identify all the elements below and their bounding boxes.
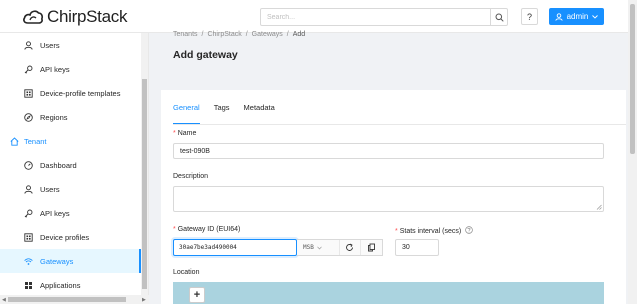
breadcrumb-separator: / — [245, 31, 248, 38]
user-name: admin — [566, 12, 589, 21]
breadcrumb-gateways[interactable]: Gateways — [252, 31, 283, 38]
breadcrumb-add: Add — [292, 31, 306, 38]
sidebar-item-label: Device profiles — [40, 232, 90, 242]
compass-icon — [22, 112, 34, 122]
tab-divider — [173, 124, 626, 125]
sidebar-item-label: API keys — [40, 64, 70, 74]
device-template-icon — [22, 88, 34, 98]
applications-icon — [22, 281, 34, 290]
sidebar-item-label: Device-profile templates — [40, 88, 121, 98]
gateway-id-field[interactable]: 30ae7be3ad490004 — [173, 239, 297, 256]
search-button[interactable] — [490, 9, 507, 25]
gateway-form-card: General Tags Metadata * Name test-090B De… — [161, 90, 626, 304]
refresh-icon — [346, 243, 354, 251]
chirpstack-logo[interactable]: ChirpStack — [22, 6, 127, 27]
sidebar-item-label: Tenant — [24, 136, 47, 146]
required-marker: * — [173, 226, 176, 233]
location-label: Location — [173, 269, 200, 276]
scroll-right-arrow-icon[interactable]: ▶ — [142, 297, 146, 303]
description-field[interactable] — [173, 186, 604, 212]
sidebar-item-api-keys[interactable]: API keys — [0, 57, 141, 81]
sidebar-item-label: Dashboard — [40, 160, 77, 170]
stats-interval-label: * Stats interval (secs) — [395, 226, 473, 235]
stats-interval-field[interactable]: 30 — [395, 239, 439, 256]
sidebar-item-label: Gateways — [40, 256, 74, 266]
search-icon — [495, 13, 504, 22]
chevron-down-icon — [592, 14, 599, 19]
sidebar-item-device-profile-templates[interactable]: Device-profile templates — [0, 81, 141, 105]
user-icon — [22, 184, 34, 194]
breadcrumb-tenants[interactable]: Tenants — [173, 31, 198, 38]
wifi-icon — [22, 257, 34, 266]
byte-order-value: MSB — [303, 244, 314, 251]
key-icon — [22, 209, 34, 218]
name-label: * Name — [173, 130, 197, 137]
sidebar-item-tenant[interactable]: Tenant — [0, 129, 141, 153]
sidebar-vertical-scrollbar[interactable] — [141, 33, 148, 295]
search-input[interactable] — [261, 9, 491, 25]
sidebar-item-dashboard[interactable]: Dashboard — [0, 153, 141, 177]
required-marker: * — [395, 228, 398, 235]
location-map[interactable]: + — [173, 282, 604, 304]
sidebar-item-tenant-users[interactable]: Users — [0, 177, 141, 201]
sidebar-item-regions[interactable]: Regions — [0, 105, 141, 129]
regenerate-id-button[interactable] — [338, 240, 361, 255]
key-icon — [22, 65, 34, 74]
sidebar-item-label: Applications — [40, 280, 81, 290]
home-icon — [8, 136, 20, 146]
top-header: ChirpStack ? admin — [0, 0, 628, 33]
sidebar-scroll-thumb[interactable] — [142, 79, 147, 289]
question-circle-icon[interactable] — [465, 226, 473, 234]
sidebar-item-label: API keys — [40, 208, 70, 218]
resize-handle-icon[interactable] — [596, 204, 602, 210]
user-menu-button[interactable]: admin — [549, 8, 604, 25]
breadcrumb: Tenants / ChirpStack / Gateways / Add — [173, 31, 305, 38]
form-tabs: General Tags Metadata — [173, 103, 275, 125]
search-box[interactable] — [260, 8, 508, 26]
user-icon — [22, 40, 34, 50]
sidebar-item-label: Regions — [40, 112, 68, 122]
zoom-in-button[interactable]: + — [189, 287, 205, 303]
sidebar-item-users[interactable]: Users — [0, 33, 141, 57]
required-marker: * — [173, 130, 176, 137]
scroll-left-arrow-icon[interactable]: ◀ — [2, 297, 6, 303]
byte-order-select[interactable]: MSB — [297, 244, 327, 251]
description-label: Description — [173, 173, 209, 180]
breadcrumb-separator: / — [201, 31, 204, 38]
sidebar-item-label: Users — [40, 40, 60, 50]
tab-tags[interactable]: Tags — [214, 103, 230, 125]
copy-icon — [368, 243, 376, 252]
sidebar-horizontal-scrollbar[interactable]: ◀ ▶ — [0, 295, 149, 304]
help-button[interactable]: ? — [521, 8, 538, 25]
sidebar-item-gateways[interactable]: Gateways — [0, 249, 141, 273]
breadcrumb-separator: / — [286, 31, 289, 38]
sidebar-item-device-profiles[interactable]: Device profiles — [0, 225, 141, 249]
cloud-logo-icon — [23, 9, 44, 24]
device-profile-icon — [22, 232, 34, 242]
breadcrumb-chirpstack[interactable]: ChirpStack — [207, 31, 241, 38]
sidebar-hscroll-thumb[interactable] — [8, 297, 126, 302]
gateway-id-controls: MSB — [297, 239, 383, 256]
tab-metadata[interactable]: Metadata — [244, 103, 275, 125]
chevron-down-icon — [317, 246, 322, 250]
sidebar-item-tenant-api-keys[interactable]: API keys — [0, 201, 141, 225]
tab-general[interactable]: General — [173, 103, 200, 125]
name-field[interactable]: test-090B — [173, 143, 604, 159]
gateway-id-label: * Gateway ID (EUI64) — [173, 226, 241, 233]
page-vertical-scrollbar[interactable] — [628, 0, 637, 304]
sidebar: Users API keys Device-profile templates … — [0, 33, 149, 304]
sidebar-item-applications[interactable]: Applications — [0, 273, 141, 297]
dashboard-icon — [22, 160, 34, 170]
sidebar-item-label: Users — [40, 184, 60, 194]
page-scroll-thumb[interactable] — [630, 4, 635, 154]
logo-text: ChirpStack — [47, 6, 128, 26]
copy-id-button[interactable] — [360, 240, 382, 255]
user-icon — [554, 12, 563, 21]
page-title: Add gateway — [173, 49, 238, 61]
